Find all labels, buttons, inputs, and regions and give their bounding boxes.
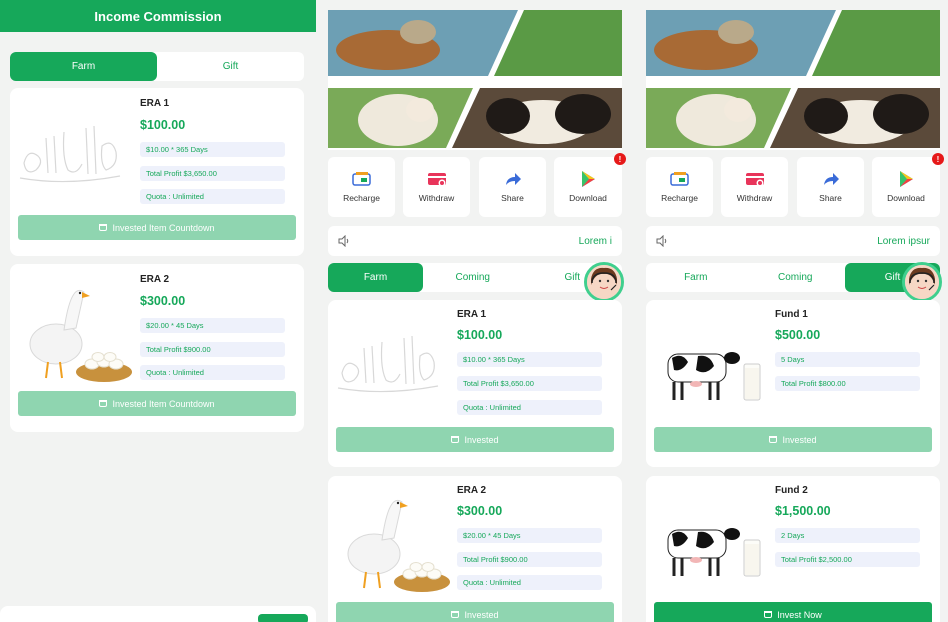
download-action[interactable]: Download ! [872,153,944,217]
notice-bar[interactable]: Lorem ipsur [646,226,940,256]
card-title: ERA 1 [140,98,170,109]
farm-banner [646,10,940,150]
detail-quota: Quota : Unlimited [457,400,602,415]
play-store-icon [900,171,913,187]
support-avatar[interactable] [584,262,624,302]
notification-badge: ! [932,153,944,165]
cart-icon [451,436,460,443]
card-withdraw-icon [745,173,764,187]
product-card: ERA 2 $300.00 $20.00 * 45 Days Total Pro… [10,264,304,432]
card-title: ERA 1 [457,309,487,320]
tab-coming[interactable]: Coming [423,263,523,292]
notice-text: Lorem i [578,235,612,247]
home-screen-gift: Recharge Withdraw Share Download ! Lorem… [638,0,948,622]
detail-quota: Quota : Unlimited [457,575,602,590]
detail-total-profit: Total Profit $3,650.00 [457,376,602,391]
share-icon [823,173,839,185]
tab-farm[interactable]: Farm [328,263,423,292]
recharge-action[interactable]: Recharge [328,157,395,217]
card-price: $500.00 [775,328,821,342]
cart-icon [99,224,108,231]
category-tabs: Farm Gift [10,52,304,81]
card-title: Fund 1 [775,309,808,320]
arabic-calligraphy-art [19,125,121,183]
bottom-bar [0,606,316,622]
detail-daily: $20.00 * 45 Days [140,318,285,333]
invested-countdown-button[interactable]: Invested Item Countdown [18,391,296,416]
category-tabs: Farm Coming Gift [328,263,622,292]
tab-farm[interactable]: Farm [10,52,157,81]
invested-button[interactable]: Invested [336,602,614,622]
card-price: $100.00 [457,328,503,342]
download-action[interactable]: Download ! [554,153,626,217]
invested-button[interactable]: Invested [336,427,614,452]
card-title: Fund 2 [775,485,808,496]
detail-total-profit: Total Profit $900.00 [140,342,285,357]
category-tabs: Farm Coming Gift [646,263,940,292]
cart-icon [99,400,108,407]
card-price: $300.00 [140,294,186,308]
cart-icon [451,611,460,618]
customer-service-icon [587,265,621,299]
tab-coming[interactable]: Coming [746,263,846,292]
speaker-icon [656,235,667,247]
cart-icon [764,611,773,618]
detail-quota: Quota : Unlimited [140,189,285,204]
wallet-icon [351,172,371,186]
invest-now-button[interactable]: Invest Now [654,602,932,622]
customer-service-icon [905,265,939,299]
withdraw-action[interactable]: Withdraw [403,157,470,217]
home-screen: Recharge Withdraw Share Download ! Lorem… [320,0,630,622]
withdraw-action[interactable]: Withdraw [721,157,788,217]
cow-milk-image [667,352,761,401]
invested-countdown-button[interactable]: Invested Item Countdown [18,215,296,240]
product-card: ERA 2 $300.00 $20.00 * 45 Days Total Pro… [328,476,622,622]
tab-gift[interactable]: Gift [157,52,304,81]
product-card: ERA 1 $100.00 $10.00 * 365 Days Total Pr… [328,300,622,467]
card-price: $100.00 [140,118,186,132]
share-icon [505,173,521,185]
goose-eggs-image [29,289,132,382]
tab-farm[interactable]: Farm [646,263,746,292]
income-commission-screen: Income Commission Farm Gift ERA 1 $100.0… [0,0,316,622]
card-price: $300.00 [457,504,503,518]
notice-text: Lorem ipsur [877,235,930,247]
play-store-icon [582,171,595,187]
support-avatar[interactable] [902,262,942,302]
card-title: ERA 2 [140,274,170,285]
recharge-action[interactable]: Recharge [646,157,713,217]
detail-daily: $10.00 * 365 Days [140,142,285,157]
share-action[interactable]: Share [797,157,864,217]
share-action[interactable]: Share [479,157,546,217]
detail-duration: 5 Days [775,352,920,367]
detail-total-profit: Total Profit $900.00 [457,552,602,567]
card-title: ERA 2 [457,485,487,496]
card-price: $1,500.00 [775,504,831,518]
bottom-action-button[interactable] [258,614,308,622]
speaker-icon [338,235,349,247]
card-withdraw-icon [427,173,446,187]
farm-banner [328,10,622,150]
wallet-icon [669,172,689,186]
notification-badge: ! [614,153,626,165]
detail-total-profit: Total Profit $3,650.00 [140,166,285,181]
page-title: Income Commission [0,0,316,32]
product-card: ERA 1 $100.00 $10.00 * 365 Days Total Pr… [10,88,304,256]
notice-bar[interactable]: Lorem i [328,226,622,256]
goose-eggs-image [347,499,450,592]
product-card: Fund 1 $500.00 5 Days Total Profit $800.… [646,300,940,467]
detail-quota: Quota : Unlimited [140,365,285,380]
product-card: Fund 2 $1,500.00 2 Days Total Profit $2,… [646,476,940,622]
detail-total-profit: Total Profit $2,500.00 [775,552,920,567]
cart-icon [769,436,778,443]
detail-total-profit: Total Profit $800.00 [775,376,920,391]
cow-milk-image [667,528,761,577]
arabic-calligraphy-art [337,335,439,393]
detail-duration: 2 Days [775,528,920,543]
detail-daily: $20.00 * 45 Days [457,528,602,543]
invested-button[interactable]: Invested [654,427,932,452]
detail-daily: $10.00 * 365 Days [457,352,602,367]
